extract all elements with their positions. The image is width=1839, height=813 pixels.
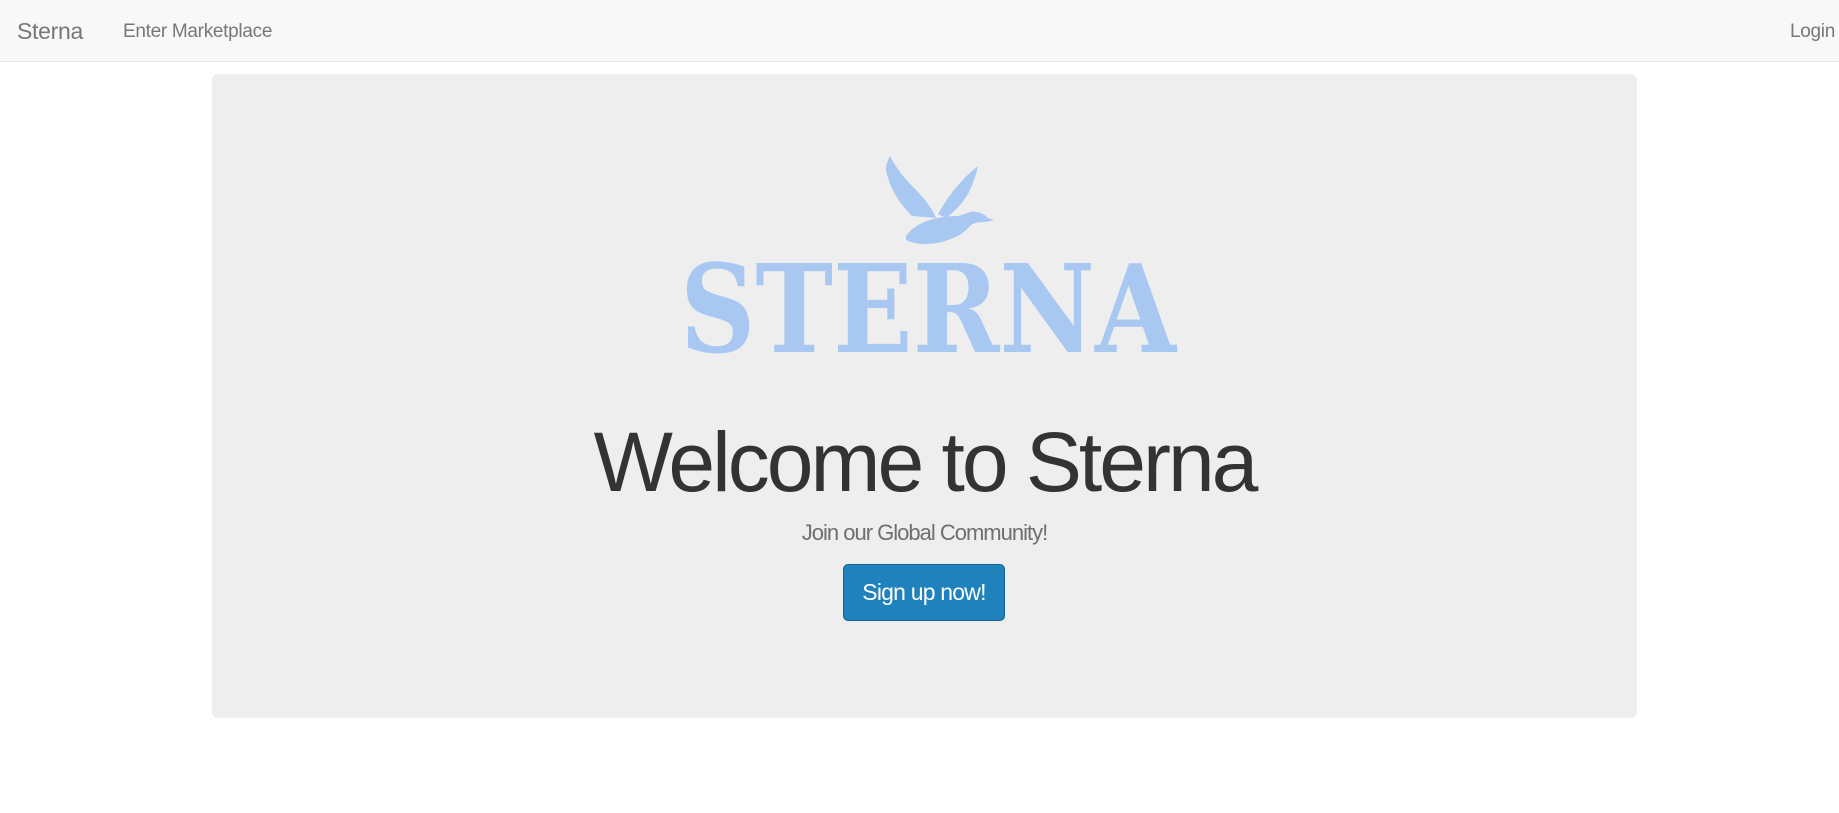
- top-navbar: Sterna Enter Marketplace Login: [0, 0, 1839, 62]
- sign-up-button[interactable]: Sign up now!: [843, 564, 1005, 621]
- hero-jumbotron: STERNA Welcome to Sterna Join our Global…: [212, 74, 1637, 718]
- bird-logo-icon: [886, 156, 994, 244]
- nav-link-enter-marketplace[interactable]: Enter Marketplace: [123, 20, 272, 44]
- hero-subtitle: Join our Global Community!: [801, 520, 1048, 545]
- logo-wordmark-text: STERNA: [680, 256, 1178, 356]
- brand-link[interactable]: Sterna: [17, 16, 83, 46]
- nav-link-login[interactable]: Login: [1790, 20, 1835, 44]
- hero-title: Welcome to Sterna: [593, 415, 1259, 509]
- sterna-wordmark-logo: STERNA: [680, 256, 1178, 356]
